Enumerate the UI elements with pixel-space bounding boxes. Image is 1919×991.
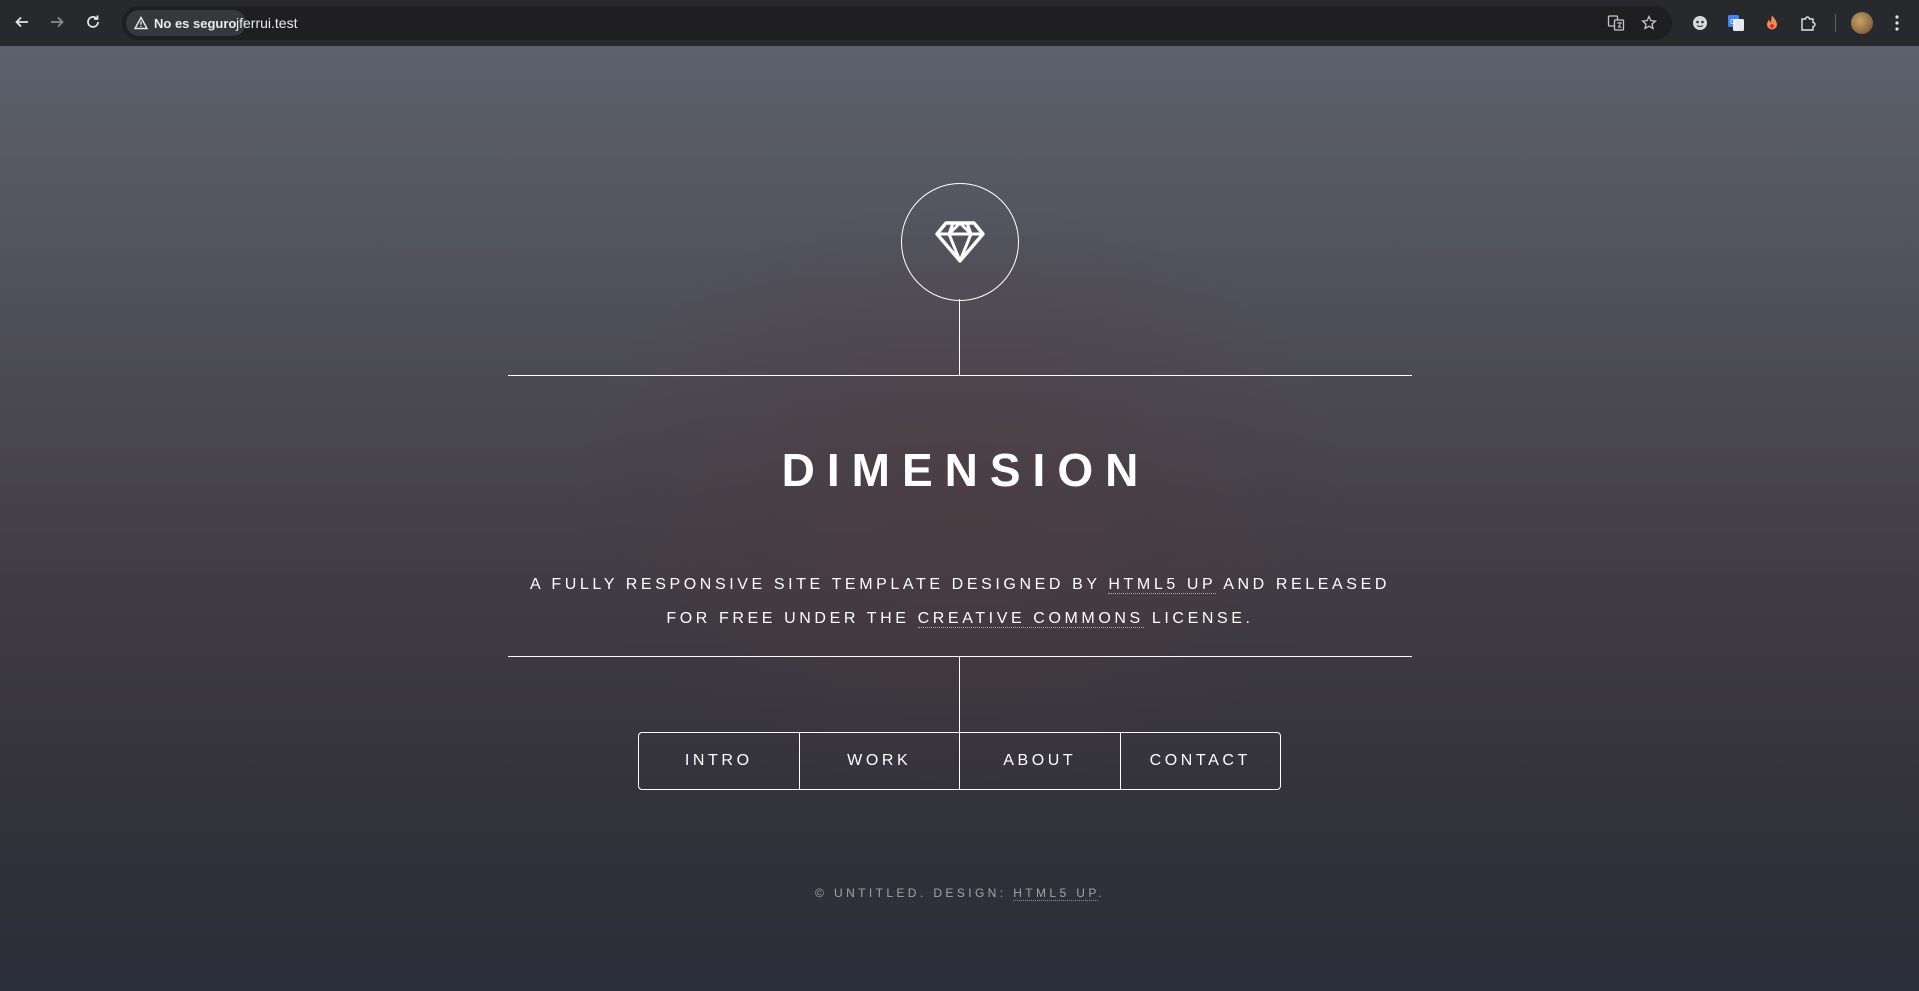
star-icon <box>1641 15 1657 30</box>
description-text-1: A FULLY RESPONSIVE SITE TEMPLATE DESIGNE… <box>529 576 1109 593</box>
more-vertical-icon <box>1895 15 1899 31</box>
description-text-3: LICENSE. <box>1143 610 1254 627</box>
reload-button[interactable] <box>79 8 107 36</box>
page-description: A FULLY RESPONSIVE SITE TEMPLATE DESIGNE… <box>508 568 1412 636</box>
extension-3-button[interactable] <box>1759 10 1785 36</box>
nav-item-intro[interactable]: INTRO <box>639 733 799 789</box>
page-viewport: DIMENSION A FULLY RESPONSIVE SITE TEMPLA… <box>0 46 1919 991</box>
back-button[interactable] <box>8 8 36 36</box>
arrow-right-icon <box>51 16 64 28</box>
warning-icon <box>134 16 148 30</box>
header-connector-bottom <box>959 657 960 733</box>
extension-2-button[interactable]: G <box>1723 10 1749 36</box>
logo <box>901 183 1019 301</box>
bookmark-button[interactable] <box>1637 11 1661 35</box>
forward-button[interactable] <box>43 8 71 36</box>
nav-item-about[interactable]: ABOUT <box>959 733 1120 789</box>
diamond-icon <box>935 221 985 263</box>
creative-commons-link[interactable]: CREATIVE COMMONS <box>917 610 1144 628</box>
reload-icon <box>87 15 99 28</box>
footer-html5up-link[interactable]: HTML5 UP <box>1013 886 1099 901</box>
footer-copyright: © UNTITLED. DESIGN: <box>815 886 1014 900</box>
google-translate-icon: G <box>1728 15 1744 31</box>
address-bar[interactable]: No es seguro jferrui.test <box>122 6 1672 40</box>
translate-button[interactable] <box>1604 11 1628 35</box>
security-label: No es seguro <box>154 15 237 31</box>
header-rule-top <box>508 375 1412 376</box>
browser-toolbar: No es seguro jferrui.test G <box>0 0 1919 46</box>
profile-avatar[interactable] <box>1851 12 1873 34</box>
svg-text:G: G <box>1730 18 1735 26</box>
nav-item-contact[interactable]: CONTACT <box>1119 733 1281 789</box>
toolbar-separator <box>1835 14 1836 32</box>
menu-button[interactable] <box>1884 10 1910 36</box>
extension-1-button[interactable] <box>1687 10 1713 36</box>
puzzle-icon <box>1801 16 1816 31</box>
html5up-link[interactable]: HTML5 UP <box>1108 576 1217 594</box>
main-nav: INTRO WORK ABOUT CONTACT <box>638 732 1281 790</box>
header-connector-top <box>959 299 960 376</box>
footer: © UNTITLED. DESIGN: HTML5 UP. <box>508 886 1412 901</box>
page-title: DIMENSION <box>781 444 1151 496</box>
translate-icon <box>1607 15 1625 31</box>
cookie-icon <box>1693 16 1707 30</box>
arrow-left-icon <box>15 16 28 28</box>
security-chip[interactable]: No es seguro <box>126 10 247 36</box>
header-rule-bottom <box>508 656 1412 657</box>
url-text[interactable]: jferrui.test <box>236 6 297 40</box>
flame-icon <box>1767 15 1777 30</box>
extensions-button[interactable] <box>1795 10 1821 36</box>
nav-item-work[interactable]: WORK <box>798 733 960 789</box>
footer-suffix: . <box>1098 886 1105 900</box>
